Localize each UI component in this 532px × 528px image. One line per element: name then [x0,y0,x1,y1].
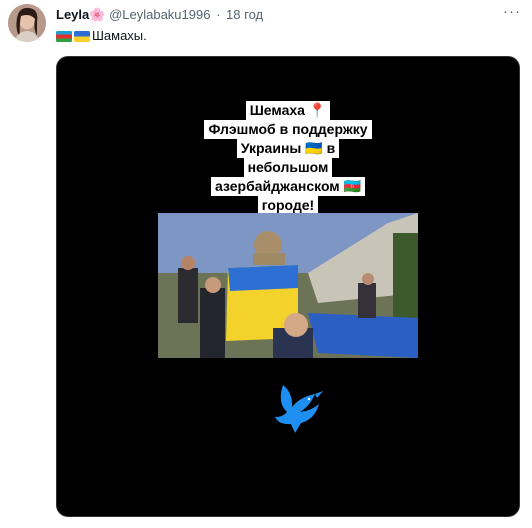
separator: · [216,7,221,22]
video-still [158,213,418,358]
media-caption: Шемаха 📍 Флэшмоб в поддержку Украины 🇺🇦 … [57,101,519,215]
tweet-header: Leyla🌸 @Leylabaku1996 · 18 год [56,6,516,24]
tweet-body: Шамахы. [92,28,147,43]
caption-line: азербайджанском 🇦🇿 [211,177,365,196]
ukraine-flag-icon [74,30,90,42]
user-handle[interactable]: @Leylabaku1996 [109,7,210,22]
caption-line: Украины 🇺🇦 в [236,139,340,158]
timestamp[interactable]: 18 год [226,7,263,22]
caption-line: небольшом [243,158,333,177]
avatar[interactable] [8,4,46,42]
more-options-button[interactable]: ··· [500,2,524,22]
azerbaijan-flag-icon [56,30,72,42]
video-frame[interactable] [158,213,418,358]
caption-line: Флэшмоб в поддержку [204,120,372,139]
caption-line: Шемаха 📍 [245,101,331,120]
tweet-text: Шамахы. [56,27,147,45]
display-name[interactable]: Leyla [56,7,89,22]
name-emoji: 🌸 [89,7,106,22]
tweet-media[interactable]: Шемаха 📍 Флэшмоб в поддержку Украины 🇺🇦 … [56,56,520,517]
dove-icon [275,385,323,433]
avatar-photo [8,4,46,42]
